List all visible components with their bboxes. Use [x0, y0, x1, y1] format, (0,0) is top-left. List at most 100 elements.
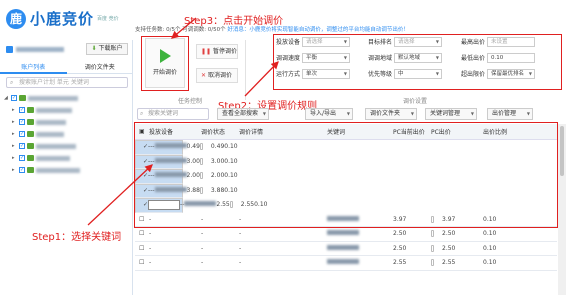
region-value: 默认地域	[398, 54, 421, 61]
cell-pc-bid[interactable]: 2.50	[431, 230, 483, 238]
import-export-label: 导入/导出	[310, 110, 337, 117]
chevron-down-icon: ▼	[262, 111, 266, 116]
tree-checkbox[interactable]: ✓	[19, 167, 25, 173]
app-subtitle: 百度 竞价	[97, 15, 119, 22]
search-icon: ⌕	[10, 79, 14, 86]
tree-item[interactable]: ▸ ✓	[4, 128, 130, 140]
cell-device: -	[149, 230, 152, 238]
over-price-select[interactable]: 保留最优排名 ▼	[487, 68, 535, 79]
cell-ratio: 0.10	[483, 244, 497, 252]
tree-item[interactable]: ▸ ✓	[4, 164, 130, 176]
cell-detail: -	[239, 244, 242, 252]
news-link[interactable]: 好消息：小鹿竞价将实现智能自动调价，调整过的平台均能自动调节出价！	[227, 27, 409, 33]
setting-over-price: 超出限价 保留最优排名 ▼	[461, 68, 535, 79]
account-tree: ◢ ✓ ▸ ✓ ▸ ✓ ▸ ✓ ▸ ✓ ▸ ✓ ▸ ✓	[4, 92, 130, 176]
tab-account-list[interactable]: 账户列表	[0, 62, 67, 74]
sidebar-search-input[interactable]: ⌕ 搜索账户计划 单元 关键词	[6, 77, 128, 88]
cell-pc-current: 2.50	[393, 244, 407, 252]
priority-select[interactable]: 中 ▼	[394, 68, 442, 79]
max-price-input[interactable]: 未设置	[487, 36, 535, 47]
pc-bid-value: 2.50	[442, 244, 456, 252]
tree-item[interactable]: ▸ ✓	[4, 104, 130, 116]
expand-icon[interactable]: ▸	[12, 119, 17, 125]
cancel-icon: ✕	[201, 72, 207, 79]
table-row[interactable]: ☐ - - - 2.50 2.50 0.10	[135, 242, 557, 256]
tree-checkbox[interactable]: ✓	[19, 143, 25, 149]
expand-icon[interactable]: ▸	[12, 143, 17, 149]
pc-bid-value: 2.55	[442, 259, 456, 267]
tree-checkbox[interactable]: ✓	[11, 95, 17, 101]
min-price-input[interactable]: 0.10	[487, 52, 535, 63]
deer-logo-icon: 鹿	[6, 8, 26, 29]
tree-checkbox[interactable]: ✓	[19, 119, 25, 125]
table-highlight-box	[134, 122, 558, 228]
phone-icon	[431, 259, 434, 267]
mode-select[interactable]: 单次 ▼	[302, 68, 350, 79]
search-icon: ⌕	[140, 110, 144, 117]
cell-ratio: 0.10	[483, 230, 497, 238]
table-row[interactable]: ☐ - - - 2.50 2.50 0.10	[135, 227, 557, 242]
target-rank-label: 目标排名	[368, 39, 393, 46]
bid-folder-button[interactable]: 调价文件夹 ▼	[365, 108, 417, 120]
cell-status: -	[201, 230, 204, 238]
tree-label-blurred	[36, 143, 76, 149]
expand-icon[interactable]: ▸	[12, 155, 17, 161]
download-account-label: 下载账户	[98, 45, 123, 52]
chevron-down-icon: ▼	[435, 54, 439, 60]
keyword-search-input[interactable]: ⌕ 搜索关键词	[137, 108, 209, 120]
row-checkbox[interactable]: ☐	[135, 245, 149, 252]
keyword-blurred	[327, 259, 359, 265]
row-checkbox[interactable]: ☐	[135, 230, 149, 237]
cell-pc-current: 2.55	[393, 259, 407, 267]
task-count-text: 支持任务数: 0/5个 可调调数: 0/50个	[135, 27, 226, 33]
table-row[interactable]: ☐ - - - 2.55 2.55 0.10	[135, 256, 557, 271]
expand-icon[interactable]: ▸	[12, 107, 17, 113]
keyword-manage-button[interactable]: 关键词管理 ▼	[425, 108, 477, 120]
device-select[interactable]: 请选择 ▼	[302, 36, 350, 47]
row-checkbox[interactable]: ☐	[135, 259, 149, 266]
expand-icon[interactable]: ▸	[12, 167, 17, 173]
tree-checkbox[interactable]: ✓	[19, 131, 25, 137]
account-info	[6, 44, 76, 54]
download-account-button[interactable]: ⬇ 下载账户	[86, 43, 128, 55]
folder-icon	[27, 131, 34, 137]
tree-checkbox[interactable]: ✓	[19, 107, 25, 113]
tab-bid-folder[interactable]: 调价文件夹	[66, 62, 133, 74]
folder-icon	[19, 95, 26, 101]
tree-root[interactable]: ◢ ✓	[4, 92, 130, 104]
tree-item[interactable]: ▸ ✓	[4, 140, 130, 152]
min-price-value: 0.10	[491, 54, 504, 61]
cell-pc-bid[interactable]: 2.50	[431, 244, 483, 252]
phone-icon	[431, 230, 434, 238]
user-icon	[6, 45, 13, 53]
bid-settings-panel: 投放设备 请选择 ▼ 目标排名 请选择 ▼ 最高出价 未设置 调调速度 平衡 ▼ 调调…	[276, 36, 559, 88]
setting-device: 投放设备 请选择 ▼	[276, 36, 350, 47]
tree-item[interactable]: ▸ ✓	[4, 116, 130, 128]
expand-icon[interactable]: ▸	[12, 131, 17, 137]
pause-bidding-label: 暂停调价	[212, 48, 237, 55]
tree-item[interactable]: ▸ ✓	[4, 152, 130, 164]
task-control-section-label: 任务控制	[178, 98, 203, 105]
target-rank-select[interactable]: 请选择 ▼	[394, 36, 442, 47]
expand-icon[interactable]: ◢	[4, 95, 9, 101]
cell-status: -	[201, 244, 204, 252]
max-price-label: 最高出价	[461, 39, 486, 46]
scrollbar-thumb[interactable]	[560, 126, 564, 176]
device-value: 请选择	[306, 38, 323, 45]
keyword-manage-label: 关键词管理	[430, 110, 461, 117]
speed-select[interactable]: 平衡 ▼	[302, 52, 350, 63]
cell-status: -	[201, 259, 204, 267]
pause-bidding-button[interactable]: ❚❚ 暂停调价	[196, 44, 238, 59]
view-all-search-button[interactable]: 查看全部搜索 ▼	[217, 108, 269, 120]
cancel-bidding-button[interactable]: ✕ 取消调价	[196, 68, 238, 83]
bid-settings-section-label: 调价设置	[403, 98, 428, 105]
tree-checkbox[interactable]: ✓	[19, 155, 25, 161]
import-export-button[interactable]: 导入/导出 ▼	[305, 108, 353, 120]
region-select[interactable]: 默认地域 ▼	[394, 52, 442, 63]
setting-mode: 运行方式 单次 ▼	[276, 68, 350, 79]
table-scrollbar[interactable]	[558, 124, 566, 295]
chevron-down-icon: ▼	[435, 70, 439, 76]
cell-pc-bid[interactable]: 2.55	[431, 259, 483, 267]
ribbon: 支持任务数: 0/5个 可调调数: 0/50个 好消息：小鹿竞价将实现智能自动调…	[133, 22, 569, 108]
bid-manage-button[interactable]: 出价管理 ▼	[487, 108, 533, 120]
